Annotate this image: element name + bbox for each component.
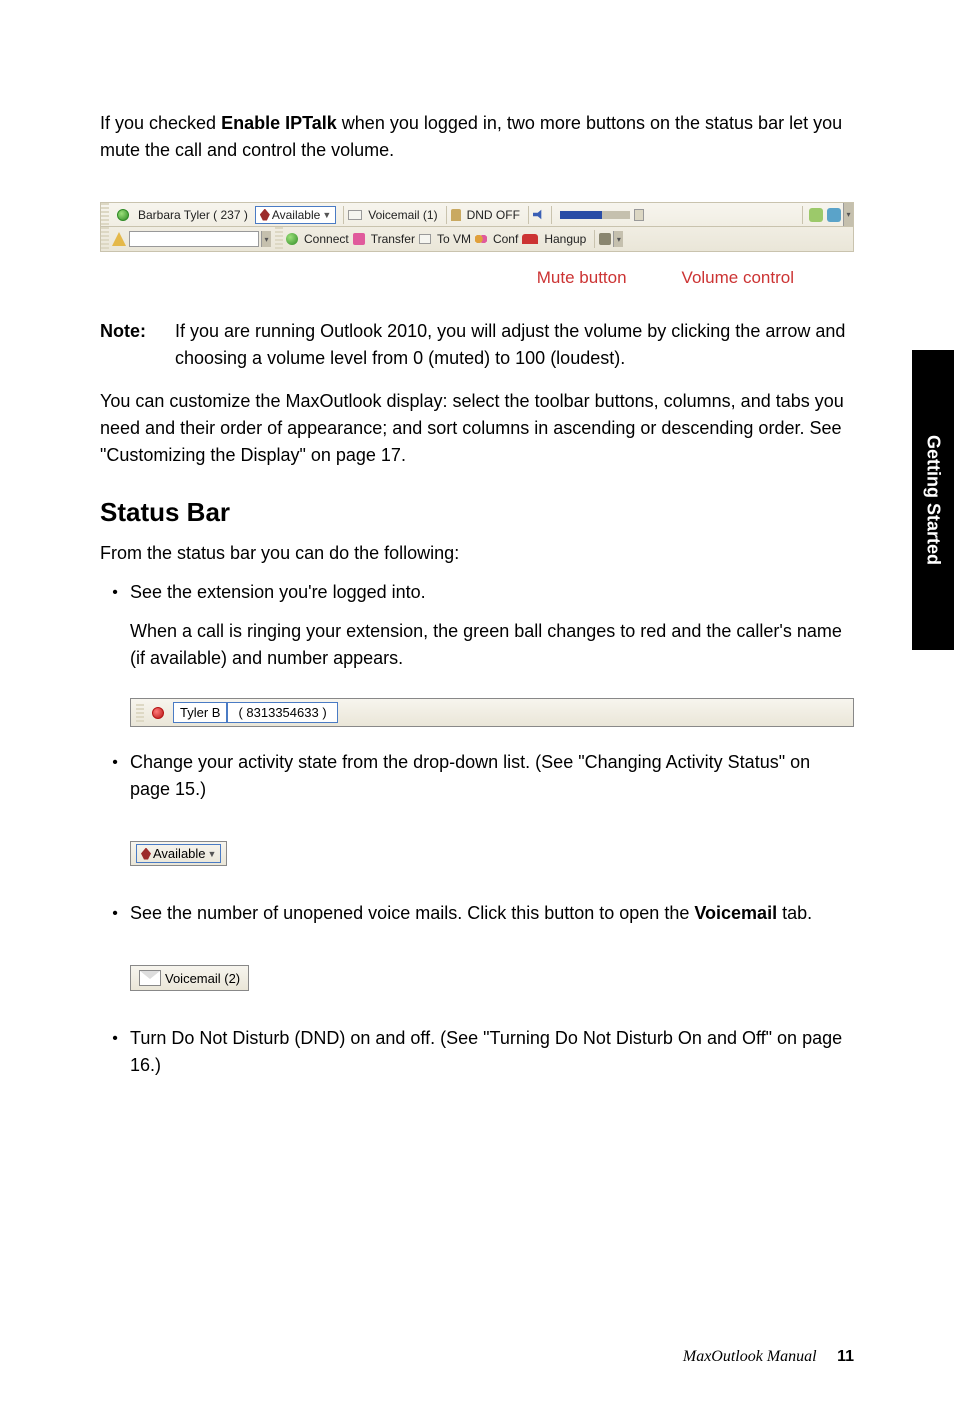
status-bar-heading: Status Bar — [100, 497, 854, 528]
bullet-icon: • — [100, 579, 130, 684]
footer-page-number: 11 — [837, 1348, 854, 1365]
status-ball-icon — [117, 209, 129, 221]
grip-icon — [101, 203, 109, 226]
hangup-icon — [522, 234, 538, 244]
customize-paragraph: You can customize the MaxOutlook display… — [100, 388, 854, 469]
toolbar-row-2: ▾ Connect Transfer To VM Conf Hangup ▾ — [101, 227, 853, 251]
chevron-down-icon: ▼ — [322, 210, 331, 220]
separator — [528, 206, 529, 224]
side-tab-getting-started: Getting Started — [912, 350, 954, 650]
redial-dropdown[interactable]: ▾ — [613, 231, 623, 247]
alert-icon — [112, 232, 126, 246]
available-sample: Available ▼ — [130, 841, 227, 866]
bullet-3-prefix: See the number of unopened voice mails. … — [130, 903, 694, 923]
voicemail-sample: Voicemail (2) — [130, 965, 249, 991]
available-dropdown[interactable]: Available ▼ — [255, 206, 336, 224]
volume-annotation: Volume control — [682, 268, 794, 288]
volume-handle[interactable] — [634, 209, 644, 221]
status-ball-red-icon — [152, 707, 164, 719]
intro-paragraph: If you checked Enable IPTalk when you lo… — [100, 110, 854, 164]
intro-prefix: If you checked — [100, 113, 221, 133]
grip-icon — [275, 227, 283, 251]
dnd-button[interactable]: DND OFF — [463, 208, 524, 222]
caller-number: ( 8313354633 ) — [227, 702, 337, 723]
mute-icon[interactable] — [533, 209, 545, 221]
dial-input[interactable] — [129, 231, 259, 247]
hangup-button[interactable]: Hangup — [540, 232, 590, 246]
extension-sample: Tyler B ( 8313354633 ) — [130, 698, 854, 727]
voicemail-button[interactable]: Voicemail (1) — [364, 208, 441, 222]
intro-bold: Enable IPTalk — [221, 113, 337, 133]
connect-button[interactable]: Connect — [300, 232, 353, 246]
chevron-down-icon: ▼ — [208, 849, 217, 859]
note-block: Note: If you are running Outlook 2010, y… — [100, 318, 854, 372]
bullet-icon: • — [100, 749, 130, 815]
list-item: • See the number of unopened voice mails… — [100, 900, 854, 939]
tovm-icon — [419, 234, 431, 244]
separator — [446, 206, 447, 224]
tool-icon-1[interactable] — [809, 208, 823, 222]
bullet-3: See the number of unopened voice mails. … — [130, 900, 854, 927]
transfer-button[interactable]: Transfer — [367, 232, 419, 246]
available-sample-text: Available — [153, 846, 206, 861]
bullet-2: Change your activity state from the drop… — [130, 749, 854, 803]
bullet-3-suffix: tab. — [777, 903, 812, 923]
bullet-1-line-2: When a call is ringing your extension, t… — [130, 618, 854, 672]
separator — [343, 206, 344, 224]
transfer-icon — [353, 233, 365, 245]
annotations: Mute button Volume control — [100, 268, 854, 288]
dnd-icon — [451, 209, 461, 221]
toolbar-screenshot: Barbara Tyler ( 237 ) Available ▼ Voicem… — [100, 202, 854, 252]
connect-icon — [286, 233, 298, 245]
toolbar-overflow[interactable]: ▾ — [843, 203, 853, 226]
list-item: • Turn Do Not Disturb (DND) on and off. … — [100, 1025, 854, 1091]
person-icon — [260, 209, 270, 221]
bullet-1-line-1: See the extension you're logged into. — [130, 579, 854, 606]
note-text: If you are running Outlook 2010, you wil… — [175, 318, 854, 372]
mute-annotation: Mute button — [537, 268, 627, 288]
redial-icon[interactable] — [599, 233, 611, 245]
separator — [594, 230, 595, 248]
separator — [551, 206, 552, 224]
envelope-icon — [139, 970, 161, 986]
extension-label: Barbara Tyler ( 237 ) — [134, 208, 252, 222]
note-label: Note: — [100, 318, 175, 372]
conf-button[interactable]: Conf — [489, 232, 522, 246]
voicemail-sample-text: Voicemail (2) — [165, 971, 240, 986]
footer-title: MaxOutlook Manual — [683, 1348, 817, 1365]
envelope-icon — [348, 210, 362, 220]
available-text: Available — [272, 208, 320, 222]
list-item: • See the extension you're logged into. … — [100, 579, 854, 684]
tool-icon-2[interactable] — [827, 208, 841, 222]
footer: MaxOutlook Manual 11 — [683, 1348, 854, 1366]
conf-icon — [475, 233, 487, 245]
grip-icon — [136, 704, 144, 722]
separator — [802, 206, 803, 224]
list-item: • Change your activity state from the dr… — [100, 749, 854, 815]
caller-name: Tyler B — [173, 702, 227, 723]
tovm-button[interactable]: To VM — [433, 232, 475, 246]
bullet-icon: • — [100, 1025, 130, 1091]
bullet-icon: • — [100, 900, 130, 939]
person-icon — [141, 848, 151, 860]
dial-dropdown[interactable]: ▾ — [261, 231, 271, 247]
bullet-3-bold: Voicemail — [694, 903, 777, 923]
grip-icon — [101, 227, 109, 251]
bullet-4: Turn Do Not Disturb (DND) on and off. (S… — [130, 1025, 854, 1079]
toolbar-row-1: Barbara Tyler ( 237 ) Available ▼ Voicem… — [101, 203, 853, 227]
volume-slider[interactable] — [560, 211, 630, 219]
status-bar-intro: From the status bar you can do the follo… — [100, 540, 854, 567]
